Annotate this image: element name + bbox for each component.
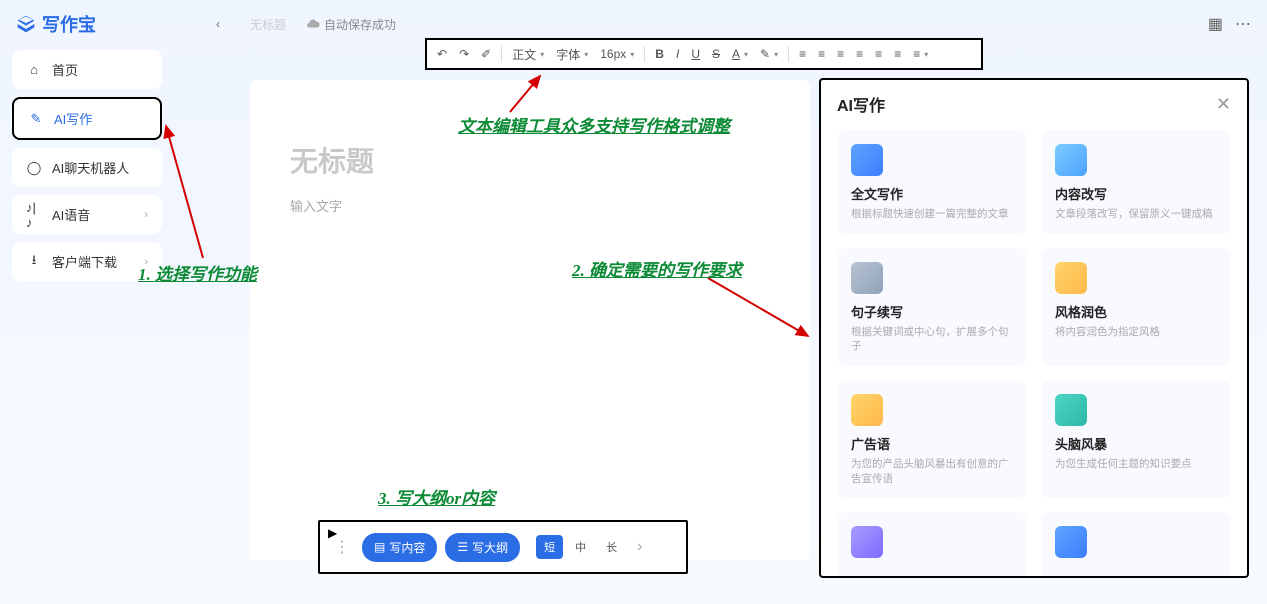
chat-icon: ◯ xyxy=(26,160,42,176)
ai-panel-title: AI写作 xyxy=(837,92,885,116)
ai-card-continue[interactable]: 句子续写 根据关键词或中心句，扩展多个句子 xyxy=(837,248,1027,366)
ai-card-rewrite[interactable]: 内容改写 文章段落改写，保留原义一键成稿 xyxy=(1041,130,1231,234)
list-ordered-button[interactable]: ≡ xyxy=(871,45,886,63)
back-button[interactable]: ‹ xyxy=(206,12,230,36)
flag-icon xyxy=(1055,526,1087,558)
more-options-button[interactable]: ⋮ xyxy=(330,537,354,557)
ai-card-extra-2[interactable] xyxy=(1041,512,1231,578)
app-name: 写作宝 xyxy=(42,11,96,37)
format-paint-button[interactable]: ✐ xyxy=(477,45,495,63)
doc-icon xyxy=(851,144,883,176)
sidebar: ⌂ 首页 ✎ AI写作 ◯ AI聊天机器人 ♪|♪ AI语音 › ⭳ 客户端下载… xyxy=(12,50,162,289)
length-mid[interactable]: 中 xyxy=(567,535,594,559)
bold-button[interactable]: B xyxy=(651,45,668,63)
sidebar-item-label: 客户端下载 xyxy=(52,252,117,271)
sidebar-item-home[interactable]: ⌂ 首页 xyxy=(12,50,162,89)
align-justify-button[interactable]: ≡ xyxy=(852,45,867,63)
header-actions: ▦ ⋯ xyxy=(1208,14,1251,34)
home-icon: ⌂ xyxy=(26,62,42,78)
header-center: ‹ 无标题 自动保存成功 xyxy=(206,12,396,36)
indent-button[interactable]: ≡ xyxy=(909,45,932,63)
close-icon[interactable]: ✕ xyxy=(1216,94,1231,115)
length-segmented: 短 中 长 xyxy=(536,535,625,559)
ai-card-brainstorm[interactable]: 头脑风暴 为您生成任何主题的知识要点 xyxy=(1041,380,1231,498)
more-icon[interactable]: ⋯ xyxy=(1235,14,1251,34)
rewrite-icon xyxy=(1055,144,1087,176)
polish-icon xyxy=(1055,262,1087,294)
mail-icon xyxy=(851,526,883,558)
sidebar-item-ai-write[interactable]: ✎ AI写作 xyxy=(12,97,162,140)
font-select[interactable]: 字体 xyxy=(552,44,592,65)
play-icon: ▶ xyxy=(328,526,337,540)
paragraph-select[interactable]: 正文 xyxy=(508,44,548,65)
editor-toolbar: ↶ ↷ ✐ 正文 字体 16px B I U S A ✎ ≡ ≡ ≡ ≡ ≡ ≡… xyxy=(425,38,983,70)
grid-view-icon[interactable]: ▦ xyxy=(1208,14,1223,34)
document-editor[interactable]: 无标题 输入文字 xyxy=(250,80,810,560)
doc-tab-title: 无标题 xyxy=(250,16,286,33)
write-outline-button[interactable]: ☰ 写大纲 xyxy=(445,533,520,562)
ai-card-full-write[interactable]: 全文写作 根据标题快速创建一篇完整的文章 xyxy=(837,130,1027,234)
arrow-1 xyxy=(158,118,218,268)
italic-button[interactable]: I xyxy=(672,45,683,63)
ai-write-panel: AI写作 ✕ 全文写作 根据标题快速创建一篇完整的文章 内容改写 文章段落改写，… xyxy=(819,78,1249,578)
sidebar-item-label: AI聊天机器人 xyxy=(52,158,129,177)
pencil-icon: ✎ xyxy=(28,111,44,127)
sidebar-item-label: 首页 xyxy=(52,60,78,79)
chevron-right-icon[interactable]: › xyxy=(633,538,646,556)
list-icon: ☰ xyxy=(457,540,468,554)
length-long[interactable]: 长 xyxy=(598,535,625,559)
ai-card-slogan[interactable]: 广告语 为您的产品头脑风暴出有创意的广告宣传语 xyxy=(837,380,1027,498)
align-center-button[interactable]: ≡ xyxy=(814,45,829,63)
text-color-button[interactable]: A xyxy=(728,45,752,63)
doc-body-input[interactable]: 输入文字 xyxy=(290,196,770,215)
highlight-button[interactable]: ✎ xyxy=(756,45,782,63)
align-left-button[interactable]: ≡ xyxy=(795,45,810,63)
bottom-actionbar: ▶ ⋮ ▤ 写内容 ☰ 写大纲 短 中 长 › xyxy=(318,520,688,574)
sidebar-item-download[interactable]: ⭳ 客户端下载 › xyxy=(12,242,162,281)
fontsize-select[interactable]: 16px xyxy=(596,45,638,63)
sidebar-item-label: AI语音 xyxy=(52,205,90,224)
length-short[interactable]: 短 xyxy=(536,535,563,559)
align-right-button[interactable]: ≡ xyxy=(833,45,848,63)
ad-icon xyxy=(851,394,883,426)
brainstorm-icon xyxy=(1055,394,1087,426)
strike-button[interactable]: S xyxy=(708,45,724,63)
autosave-status: 自动保存成功 xyxy=(306,16,396,33)
list-bullet-button[interactable]: ≡ xyxy=(890,45,905,63)
ai-card-polish[interactable]: 风格润色 将内容润色为指定风格 xyxy=(1041,248,1231,366)
underline-button[interactable]: U xyxy=(687,45,704,63)
app-logo: 写作宝 xyxy=(16,11,96,37)
sidebar-item-ai-chat[interactable]: ◯ AI聊天机器人 xyxy=(12,148,162,187)
ai-card-extra-1[interactable] xyxy=(837,512,1027,578)
undo-button[interactable]: ↶ xyxy=(433,45,451,63)
doc-title-input[interactable]: 无标题 xyxy=(290,140,770,180)
sidebar-item-ai-voice[interactable]: ♪|♪ AI语音 › xyxy=(12,195,162,234)
audio-icon: ♪|♪ xyxy=(26,207,42,223)
redo-button[interactable]: ↷ xyxy=(455,45,473,63)
cloud-icon xyxy=(306,17,320,31)
logo-icon xyxy=(16,14,36,34)
doc-icon: ▤ xyxy=(374,540,385,554)
continue-icon xyxy=(851,262,883,294)
write-content-button[interactable]: ▤ 写内容 xyxy=(362,533,437,562)
chevron-right-icon: › xyxy=(144,209,148,221)
sidebar-item-label: AI写作 xyxy=(54,109,92,128)
chevron-right-icon: › xyxy=(144,256,148,268)
download-icon: ⭳ xyxy=(26,254,42,270)
